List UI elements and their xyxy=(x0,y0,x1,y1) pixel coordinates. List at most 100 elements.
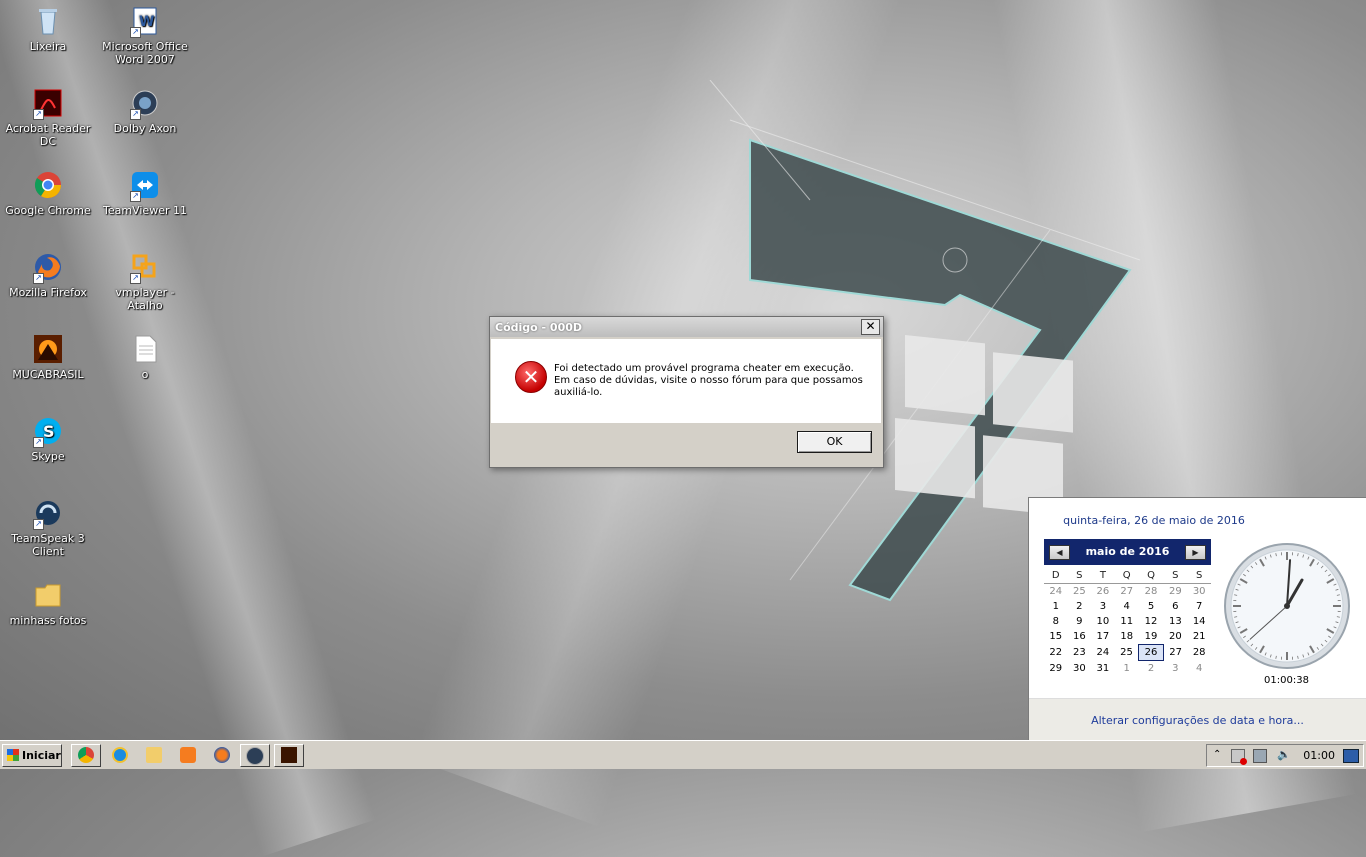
network-icon[interactable] xyxy=(1253,749,1267,763)
taskbar-clock[interactable]: 01:00 xyxy=(1303,749,1335,762)
calendar-day[interactable]: 18 xyxy=(1115,629,1139,645)
calendar-day[interactable]: 27 xyxy=(1115,584,1139,600)
calendar-day[interactable]: 26 xyxy=(1091,584,1115,600)
dolby-icon xyxy=(246,747,264,765)
dialog-titlebar[interactable]: Código - 000D ✕ xyxy=(490,317,883,337)
desktop-icon-text-file[interactable]: o xyxy=(97,334,193,381)
calendar-day[interactable]: 17 xyxy=(1091,629,1115,645)
date-time-flyout: quinta-feira, 26 de maio de 2016 ◀ maio … xyxy=(1028,497,1366,741)
change-date-time-settings-link[interactable]: Alterar configurações de data e hora... xyxy=(1029,714,1366,727)
desktop-icon-chrome[interactable]: Google Chrome xyxy=(0,170,96,217)
dialog-message: Foi detectado um provável programa cheat… xyxy=(554,363,864,399)
digital-time: 01:00:38 xyxy=(1229,675,1344,686)
calendar-week-row: 24252627282930 xyxy=(1044,584,1211,600)
calendar-day[interactable]: 20 xyxy=(1163,629,1187,645)
close-icon[interactable]: ✕ xyxy=(861,319,880,335)
calendar-weekday: Q xyxy=(1139,568,1164,584)
calendar-day[interactable]: 2 xyxy=(1139,661,1164,677)
calendar-day[interactable]: 30 xyxy=(1068,661,1092,677)
desktop-icon-teamspeak[interactable]: ↗ TeamSpeak 3 Client xyxy=(0,498,96,558)
calendar-day[interactable]: 29 xyxy=(1163,584,1187,600)
media-player-icon xyxy=(180,747,196,763)
show-desktop-icon[interactable] xyxy=(1343,749,1359,763)
long-date[interactable]: quinta-feira, 26 de maio de 2016 xyxy=(1029,514,1279,527)
calendar-day[interactable]: 13 xyxy=(1163,614,1187,629)
calendar-week-row: 891011121314 xyxy=(1044,614,1211,629)
calendar-weekday: D xyxy=(1044,568,1068,584)
calendar-day[interactable]: 1 xyxy=(1115,661,1139,677)
calendar-day[interactable]: 9 xyxy=(1068,614,1092,629)
calendar-day[interactable]: 30 xyxy=(1187,584,1211,600)
desktop-icon-label: Google Chrome xyxy=(0,204,96,217)
calendar-day[interactable]: 21 xyxy=(1187,629,1211,645)
calendar-weekday: S xyxy=(1163,568,1187,584)
desktop-icon-word[interactable]: W ↗ Microsoft Office Word 2007 xyxy=(97,6,193,66)
calendar-day[interactable]: 6 xyxy=(1163,599,1187,614)
taskbar-dolby[interactable] xyxy=(240,744,270,767)
desktop-icon-vmplayer[interactable]: ↗ vmplayer - Atalho xyxy=(97,252,193,312)
calendar-day[interactable]: 24 xyxy=(1044,584,1068,600)
calendar-day[interactable]: 2 xyxy=(1068,599,1092,614)
calendar-day-today[interactable]: 26 xyxy=(1139,645,1164,661)
taskbar-media-player[interactable] xyxy=(173,744,203,767)
mucabrasil-icon xyxy=(33,334,63,364)
calendar-day[interactable]: 28 xyxy=(1139,584,1164,600)
calendar-day[interactable]: 19 xyxy=(1139,629,1164,645)
calendar-day[interactable]: 25 xyxy=(1115,645,1139,661)
calendar-day[interactable]: 15 xyxy=(1044,629,1068,645)
desktop-icon-skype[interactable]: S ↗ Skype xyxy=(0,416,96,463)
start-button[interactable]: Iniciar xyxy=(2,744,62,767)
taskbar-internet-explorer[interactable] xyxy=(105,744,135,767)
skype-icon: S ↗ xyxy=(33,416,63,446)
calendar-day[interactable]: 10 xyxy=(1091,614,1115,629)
calendar-day[interactable]: 5 xyxy=(1139,599,1164,614)
calendar-day[interactable]: 12 xyxy=(1139,614,1164,629)
taskbar-chrome[interactable] xyxy=(71,744,101,767)
volume-icon[interactable]: 🔈 xyxy=(1277,749,1289,761)
calendar-weekdays: DSTQQSS xyxy=(1044,568,1211,584)
calendar-day[interactable]: 3 xyxy=(1163,661,1187,677)
calendar-day[interactable]: 25 xyxy=(1068,584,1092,600)
desktop-icon-mucabrasil[interactable]: MUCABRASIL xyxy=(0,334,96,381)
calendar-day[interactable]: 14 xyxy=(1187,614,1211,629)
ok-button[interactable]: OK xyxy=(797,431,872,453)
calendar-day[interactable]: 31 xyxy=(1091,661,1115,677)
teamviewer-icon: ↗ xyxy=(130,170,160,200)
calendar-day[interactable]: 16 xyxy=(1068,629,1092,645)
calendar-day[interactable]: 22 xyxy=(1044,645,1068,661)
calendar-grid: DSTQQSS 24252627282930123456789101112131… xyxy=(1044,568,1211,676)
taskbar-explorer[interactable] xyxy=(139,744,169,767)
desktop-icon-firefox[interactable]: ↗ Mozilla Firefox xyxy=(0,252,96,299)
network-error-icon[interactable] xyxy=(1231,749,1245,763)
calendar-day[interactable]: 3 xyxy=(1091,599,1115,614)
firefox-icon: ↗ xyxy=(33,252,63,282)
taskbar: Iniciar ⌃ 🔈 01:00 xyxy=(0,740,1366,769)
calendar-day[interactable]: 27 xyxy=(1163,645,1187,661)
calendar-day[interactable]: 28 xyxy=(1187,645,1211,661)
calendar-day[interactable]: 24 xyxy=(1091,645,1115,661)
calendar-week-row: 22232425262728 xyxy=(1044,645,1211,661)
desktop-icon-folder[interactable]: minhass fotos xyxy=(0,580,96,627)
calendar-day[interactable]: 1 xyxy=(1044,599,1068,614)
desktop-icon-teamviewer[interactable]: ↗ TeamViewer 11 xyxy=(97,170,193,217)
taskbar-mucabrasil[interactable] xyxy=(274,744,304,767)
calendar-day[interactable]: 4 xyxy=(1115,599,1139,614)
taskbar-firefox[interactable] xyxy=(207,744,237,767)
next-month-button[interactable]: ▶ xyxy=(1185,545,1206,560)
calendar-day[interactable]: 23 xyxy=(1068,645,1092,661)
calendar-day[interactable]: 7 xyxy=(1187,599,1211,614)
desktop-icon-label: Mozilla Firefox xyxy=(0,286,96,299)
desktop-icon-label: o xyxy=(97,368,193,381)
desktop-icon-recycle-bin[interactable]: Lixeira xyxy=(0,6,96,53)
desktop-icon-label: Acrobat Reader DC xyxy=(0,122,96,148)
desktop-icon-dolby-axon[interactable]: ↗ Dolby Axon xyxy=(97,88,193,135)
calendar-day[interactable]: 11 xyxy=(1115,614,1139,629)
calendar-day[interactable]: 4 xyxy=(1187,661,1211,677)
calendar-day[interactable]: 29 xyxy=(1044,661,1068,677)
calendar-weekday: S xyxy=(1187,568,1211,584)
windows-logo-icon xyxy=(7,749,19,761)
desktop-icon-acrobat[interactable]: ↗ Acrobat Reader DC xyxy=(0,88,96,148)
analog-clock xyxy=(1223,542,1351,670)
show-hidden-icon[interactable]: ⌃ xyxy=(1213,749,1225,761)
calendar-day[interactable]: 8 xyxy=(1044,614,1068,629)
